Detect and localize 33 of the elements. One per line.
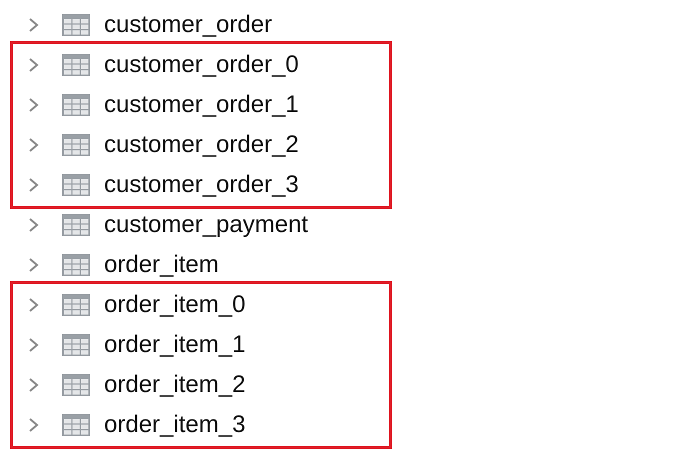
table-name[interactable]: customer_order_1 [104, 91, 299, 119]
table-icon [62, 174, 90, 196]
table-icon [62, 334, 90, 356]
table-name[interactable]: customer_order_3 [104, 171, 299, 199]
chevron-right-icon[interactable] [28, 97, 40, 113]
table-icon [62, 214, 90, 236]
table-icon [62, 254, 90, 276]
table-icon [62, 54, 90, 76]
chevron-right-icon[interactable] [28, 217, 40, 233]
table-icon [62, 134, 90, 156]
table-name[interactable]: customer_payment [104, 211, 308, 239]
table-name[interactable]: order_item_3 [104, 411, 246, 439]
table-name[interactable]: order_item [104, 251, 219, 279]
table-name[interactable]: customer_order_0 [104, 51, 299, 79]
table-name[interactable]: order_item_1 [104, 331, 246, 359]
chevron-right-icon[interactable] [28, 297, 40, 313]
chevron-right-icon[interactable] [28, 337, 40, 353]
table-icon [62, 94, 90, 116]
table-icon [62, 374, 90, 396]
table-icon [62, 14, 90, 36]
chevron-right-icon[interactable] [28, 257, 40, 273]
table-icon [62, 414, 90, 436]
chevron-right-icon[interactable] [28, 17, 40, 33]
table-icon [62, 294, 90, 316]
chevron-right-icon[interactable] [28, 57, 40, 73]
table-name[interactable]: customer_order [104, 11, 272, 39]
chevron-right-icon[interactable] [28, 177, 40, 193]
table-name[interactable]: order_item_2 [104, 371, 246, 399]
chevron-right-icon[interactable] [28, 137, 40, 153]
table-name[interactable]: order_item_0 [104, 291, 246, 319]
chevron-right-icon[interactable] [28, 377, 40, 393]
table-name[interactable]: customer_order_2 [104, 131, 299, 159]
chevron-right-icon[interactable] [28, 417, 40, 433]
